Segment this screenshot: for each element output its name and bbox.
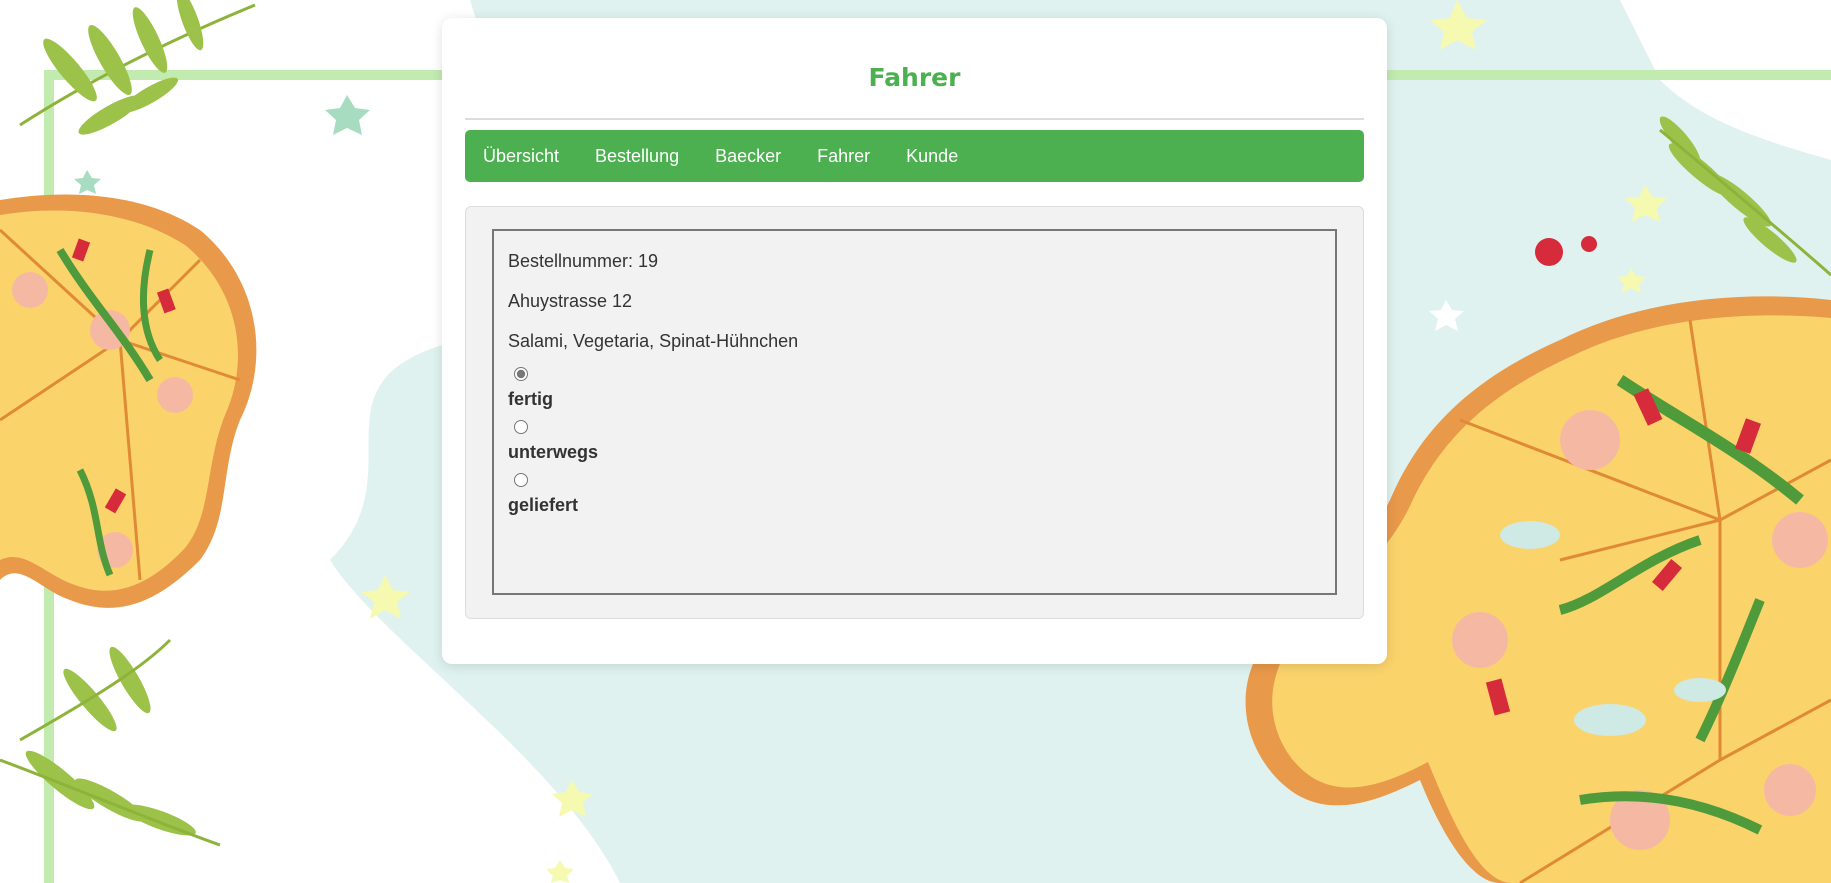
page-title: Fahrer (868, 63, 961, 92)
status-radio-fertig[interactable] (514, 367, 528, 381)
nav-link-baecker[interactable]: Baecker (715, 146, 781, 167)
nav-link-kunde[interactable]: Kunde (906, 146, 958, 167)
status-option-fertig: fertig (508, 367, 1321, 410)
status-label-fertig[interactable]: fertig (508, 388, 1321, 410)
status-option-unterwegs: unterwegs (508, 420, 1321, 463)
orders-panel: Bestellnummer: 19 Ahuystrasse 12 Salami,… (465, 206, 1364, 619)
order-address: Ahuystrasse 12 (508, 291, 633, 311)
order-pizzas: Salami, Vegetaria, Spinat-Hühnchen (508, 331, 799, 351)
status-radio-group: fertig unterwegs geliefert (508, 367, 1321, 516)
order-card: Bestellnummer: 19 Ahuystrasse 12 Salami,… (492, 229, 1337, 595)
status-radio-geliefert[interactable] (514, 473, 528, 487)
status-radio-unterwegs[interactable] (514, 420, 528, 434)
status-label-geliefert[interactable]: geliefert (508, 494, 1321, 516)
nav-link-bestellung[interactable]: Bestellung (595, 146, 679, 167)
main-nav: Übersicht Bestellung Baecker Fahrer Kund… (465, 130, 1364, 182)
title-divider (465, 118, 1364, 120)
status-option-geliefert: geliefert (508, 473, 1321, 516)
status-label-unterwegs[interactable]: unterwegs (508, 441, 1321, 463)
order-number: Bestellnummer: 19 (508, 251, 659, 271)
nav-link-fahrer[interactable]: Fahrer (817, 146, 870, 167)
main-card: Fahrer Übersicht Bestellung Baecker Fahr… (442, 18, 1387, 664)
nav-link-uebersicht[interactable]: Übersicht (483, 146, 559, 167)
